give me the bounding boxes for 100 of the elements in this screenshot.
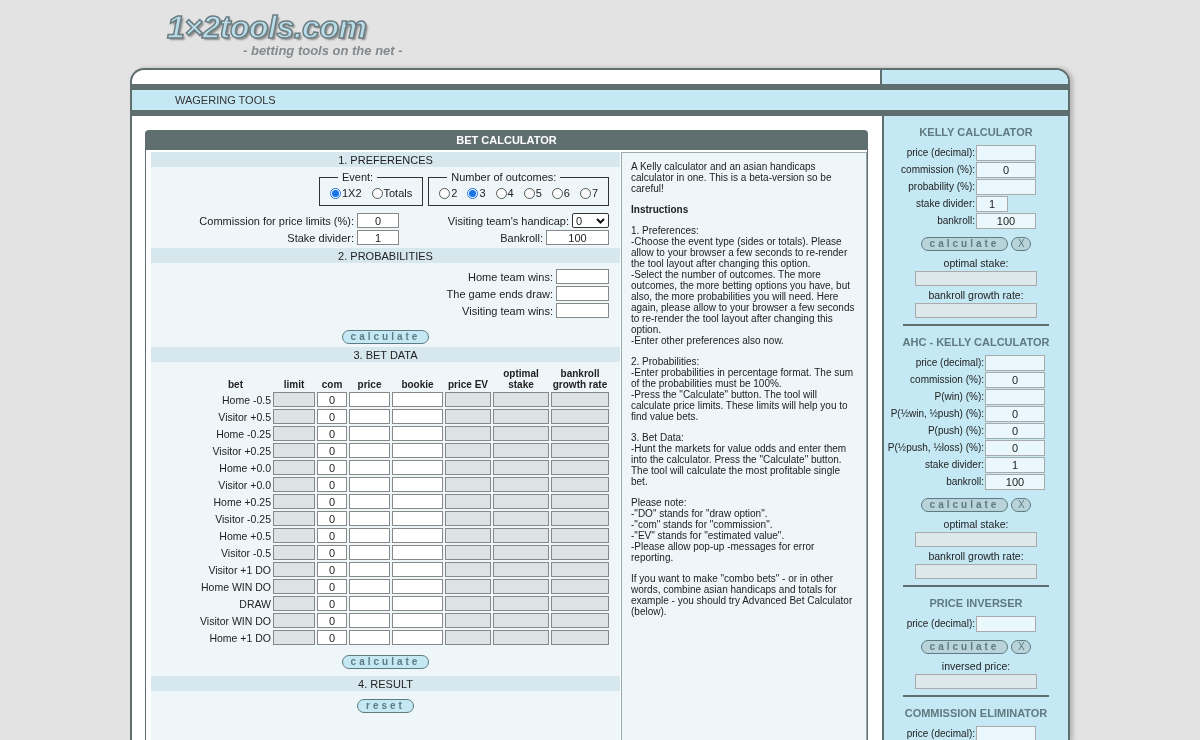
- output-cell: [445, 613, 491, 628]
- input-field[interactable]: [985, 354, 1045, 371]
- input-field[interactable]: [392, 630, 443, 645]
- input-field[interactable]: [392, 426, 443, 441]
- reset-button[interactable]: reset: [357, 699, 414, 713]
- radio-button[interactable]: [439, 187, 451, 199]
- input-field[interactable]: [349, 630, 390, 645]
- radio-option[interactable]: 7: [579, 187, 598, 199]
- input-field[interactable]: 100: [546, 230, 609, 245]
- input-field[interactable]: 0: [985, 371, 1045, 388]
- output-label: inversed price:: [941, 659, 1011, 674]
- calculate-button[interactable]: calculate: [341, 655, 430, 669]
- radio-option[interactable]: 1X2: [329, 187, 362, 199]
- input-field[interactable]: [976, 144, 1036, 161]
- input-field[interactable]: [349, 392, 390, 407]
- output-cell: [445, 545, 491, 560]
- input-field[interactable]: 0: [317, 613, 347, 628]
- input-field[interactable]: [392, 579, 443, 594]
- input-field[interactable]: 0: [317, 409, 347, 424]
- info-paragraph: 3. Bet Data: -Hunt the markets for value odds and enter them into the calculator. Press the "Calculate" button. The tool will calculate the most profitable single bet.: [631, 432, 848, 487]
- radio-option[interactable]: Totals: [371, 187, 413, 199]
- input-field[interactable]: [556, 303, 609, 318]
- input-field[interactable]: [556, 286, 609, 301]
- input-field[interactable]: 0: [317, 562, 347, 577]
- input-field[interactable]: 0: [317, 596, 347, 611]
- input-field[interactable]: 0: [317, 528, 347, 543]
- input-field[interactable]: 0: [317, 392, 347, 407]
- input-field[interactable]: 0: [317, 460, 347, 475]
- input-field[interactable]: 0: [317, 511, 347, 526]
- handicap-select[interactable]: 0: [572, 213, 609, 228]
- input-field[interactable]: [985, 388, 1045, 405]
- input-field[interactable]: 0: [317, 426, 347, 441]
- input-field[interactable]: 0: [317, 545, 347, 560]
- input-field[interactable]: 0: [317, 443, 347, 458]
- section-heading: 2. PROBABILITIES: [151, 248, 620, 263]
- input-field[interactable]: [349, 426, 390, 441]
- radio-button[interactable]: [551, 187, 563, 199]
- input-field[interactable]: 1: [985, 456, 1045, 473]
- input-field[interactable]: [392, 511, 443, 526]
- input-field[interactable]: [392, 494, 443, 509]
- input-field[interactable]: 0: [985, 422, 1045, 439]
- input-field[interactable]: [976, 725, 1036, 740]
- input-field[interactable]: [392, 477, 443, 492]
- input-field[interactable]: [349, 528, 390, 543]
- output-cell: [273, 477, 315, 492]
- input-field[interactable]: [392, 596, 443, 611]
- input-field[interactable]: [392, 562, 443, 577]
- input-field[interactable]: [392, 460, 443, 475]
- input-field[interactable]: 1: [357, 230, 399, 245]
- input-field[interactable]: [349, 409, 390, 424]
- input-field[interactable]: [556, 269, 609, 284]
- input-field[interactable]: 100: [985, 473, 1045, 490]
- radio-option[interactable]: 3: [467, 187, 486, 199]
- radio-option[interactable]: 4: [495, 187, 514, 199]
- input-field[interactable]: [349, 494, 390, 509]
- input-field[interactable]: [349, 443, 390, 458]
- input-field[interactable]: [349, 596, 390, 611]
- input-field[interactable]: 0: [317, 494, 347, 509]
- input-field[interactable]: 0: [317, 477, 347, 492]
- input-field[interactable]: [976, 615, 1036, 632]
- input-field[interactable]: [392, 613, 443, 628]
- input-field[interactable]: 0: [976, 161, 1036, 178]
- info-paragraph: 2. Probabilities: -Enter probabilities in percentage format. The sum of the probabilities must be 100%. -Press the "Calculate" button. The tool will calculate price limits. These limits will help you to find value bets.: [631, 356, 855, 422]
- input-field[interactable]: 0: [357, 213, 399, 228]
- radio-button[interactable]: [523, 187, 535, 199]
- field-label: Visiting team wins:: [462, 304, 553, 317]
- radio-option[interactable]: 5: [523, 187, 542, 199]
- calculate-button[interactable]: calculate: [341, 330, 430, 344]
- column-header: bankroll growth rate: [551, 368, 609, 390]
- output-cell: [551, 494, 609, 509]
- input-field[interactable]: 0: [985, 405, 1045, 422]
- input-field[interactable]: [392, 392, 443, 407]
- input-field[interactable]: [349, 579, 390, 594]
- info-paragraph: 1. Preferences: -Choose the event type (sides or totals). Please allow to your browser a few seconds to re-render the tool layout after changing this option. -Select the number of outcomes. The more outcomes, the more betting options you have, but also, the more probabilities you will need. Here again, please allow to your browser a few seconds to re-render the tool layout after changing this option. -Enter other preferences also now.: [631, 225, 856, 346]
- column-header: bet: [227, 378, 244, 390]
- radio-button[interactable]: [371, 187, 383, 199]
- radio-option[interactable]: 6: [551, 187, 570, 199]
- radio-button[interactable]: [329, 187, 341, 199]
- input-field[interactable]: 100: [976, 212, 1036, 229]
- field-label: Visiting team's handicap:: [447, 214, 569, 227]
- nav-link[interactable]: WAGERING TOOLS: [175, 94, 276, 106]
- input-field[interactable]: 0: [317, 579, 347, 594]
- input-field[interactable]: [349, 460, 390, 475]
- radio-option[interactable]: 2: [439, 187, 458, 199]
- input-field[interactable]: [392, 528, 443, 543]
- input-field[interactable]: [392, 409, 443, 424]
- input-field[interactable]: [976, 178, 1036, 195]
- input-field[interactable]: 0: [985, 439, 1045, 456]
- input-field[interactable]: [349, 562, 390, 577]
- input-field[interactable]: [349, 613, 390, 628]
- radio-button[interactable]: [579, 187, 591, 199]
- input-field[interactable]: [392, 545, 443, 560]
- input-field[interactable]: [349, 511, 390, 526]
- radio-button[interactable]: [467, 187, 479, 199]
- input-field[interactable]: 1: [976, 195, 1008, 212]
- input-field[interactable]: [349, 477, 390, 492]
- input-field[interactable]: [349, 545, 390, 560]
- input-field[interactable]: 0: [317, 630, 347, 645]
- radio-button[interactable]: [495, 187, 507, 199]
- input-field[interactable]: [392, 443, 443, 458]
